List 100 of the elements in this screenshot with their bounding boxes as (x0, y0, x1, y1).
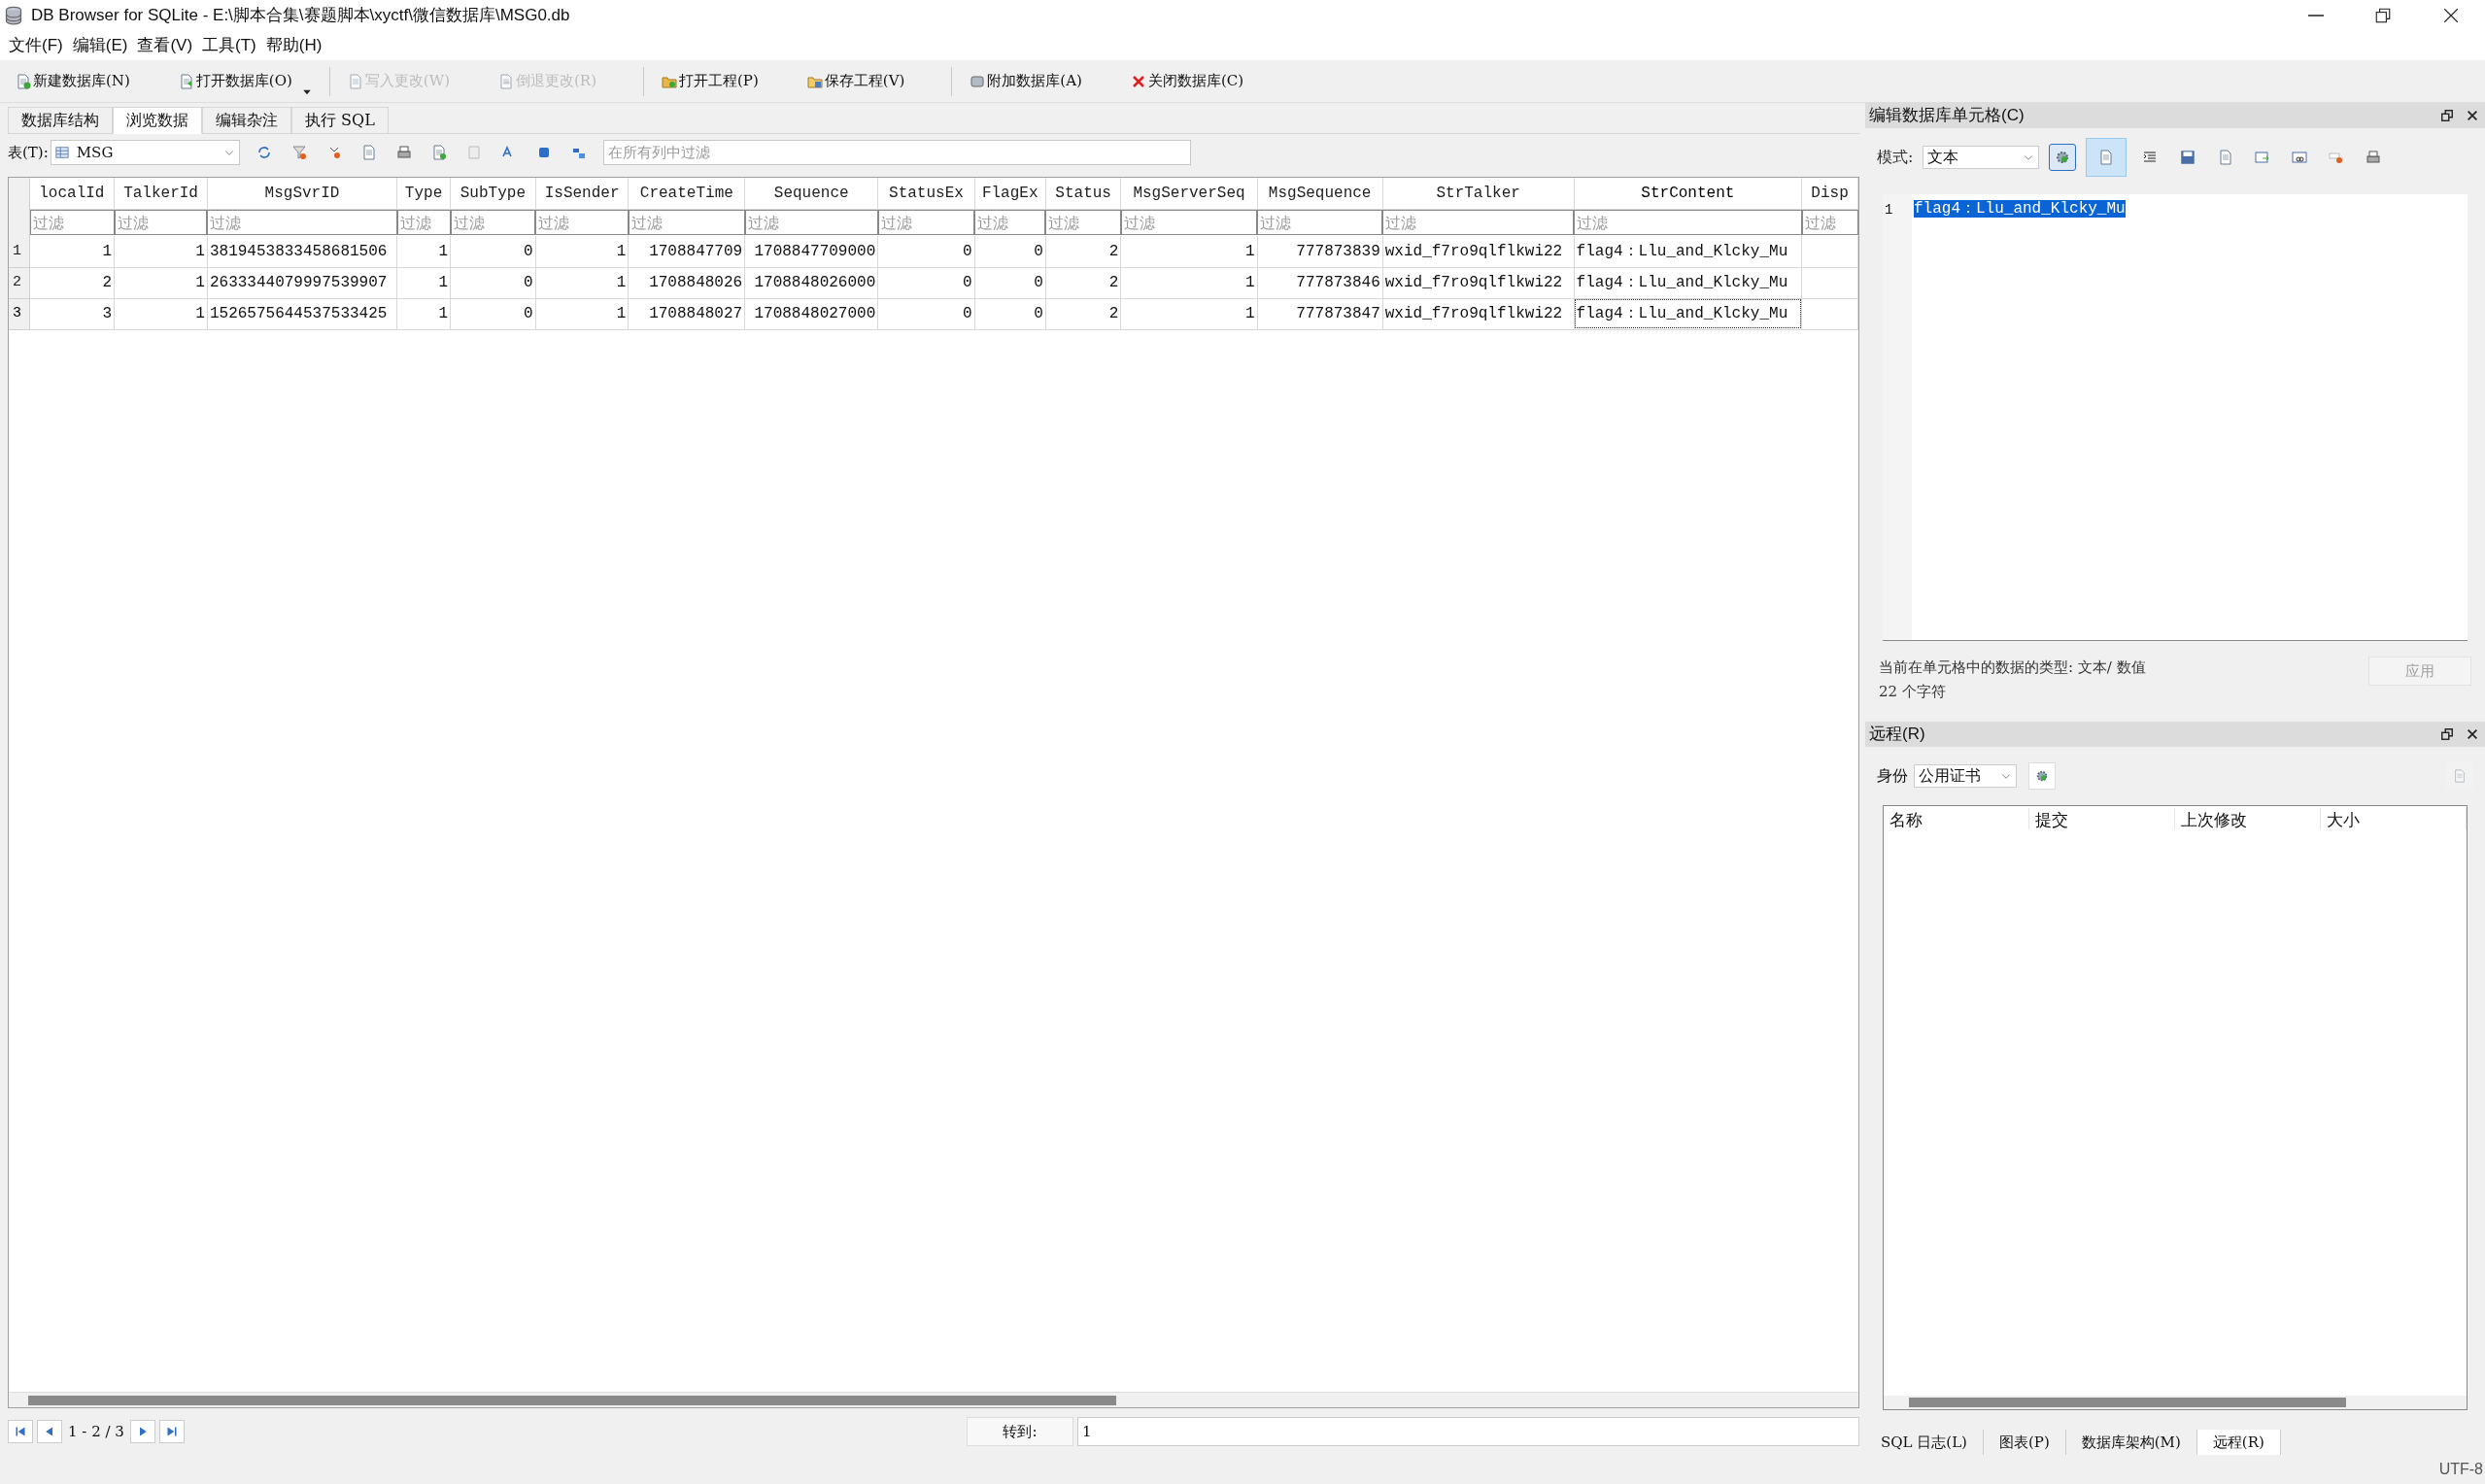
table-cell[interactable]: 0 (877, 298, 975, 329)
table-cell[interactable]: 0 (450, 267, 536, 298)
column-filter-field[interactable]: 过滤 (396, 210, 451, 235)
table-cell[interactable]: 1 (29, 236, 115, 267)
column-header[interactable]: Disp (1801, 178, 1858, 209)
table-cell[interactable]: 777873846 (1257, 267, 1383, 298)
toolbar-button[interactable]: 打开数据库(O) (168, 63, 302, 99)
table-cell[interactable]: wxid_f7ro9qlflkwi22 (1382, 236, 1575, 267)
row-header[interactable]: 2 (9, 267, 30, 298)
tab[interactable]: 数据库结构 (8, 107, 113, 134)
column-filter-field[interactable]: 过滤 (29, 210, 115, 235)
cell-editor[interactable]: 1 flag4：Llu_and_Klcky_Mu (1883, 194, 2468, 641)
table-cell[interactable] (1801, 298, 1858, 329)
column-filter-field[interactable]: 过滤 (628, 210, 745, 235)
column-header[interactable]: IsSender (535, 178, 629, 209)
identity-select[interactable]: 公用证书 (1914, 764, 2017, 788)
column-header[interactable]: TalkerId (114, 178, 208, 209)
row-header[interactable]: 1 (9, 236, 30, 267)
goto-button[interactable]: 转到: (967, 1417, 1073, 1446)
table-cell[interactable]: 1 (535, 236, 629, 267)
table-cell[interactable]: 1 (396, 267, 451, 298)
table-cell[interactable]: 777873847 (1257, 298, 1383, 329)
table-cell[interactable]: 1708847709 (628, 236, 745, 267)
table-cell[interactable]: 1 (535, 298, 629, 329)
column-filter-field[interactable]: 过滤 (450, 210, 536, 235)
table-cell[interactable]: 1526575644537533425 (207, 298, 397, 329)
table-cell[interactable] (1801, 267, 1858, 298)
table-cell[interactable]: 1708848027000 (744, 298, 878, 329)
column-header[interactable]: CreateTime (628, 178, 745, 209)
table-cell[interactable]: 1708847709000 (744, 236, 878, 267)
column-header[interactable]: SubType (450, 178, 536, 209)
table-cell[interactable]: 1 (535, 267, 629, 298)
toolbar-button[interactable]: 保存工程(V) (797, 63, 915, 99)
table-cell[interactable]: 0 (974, 236, 1046, 267)
table-cell[interactable]: flag4：Llu_and_Klcky_Mu (1574, 236, 1802, 267)
column-filter-field[interactable]: 过滤 (744, 210, 878, 235)
table-cell[interactable]: 2 (1045, 298, 1121, 329)
column-header[interactable]: MsgSequence (1257, 178, 1383, 209)
column-header[interactable]: MsgServerSeq (1120, 178, 1258, 209)
column-filter-field[interactable]: 过滤 (1045, 210, 1121, 235)
column-header[interactable]: FlagEx (974, 178, 1046, 209)
goto-field[interactable]: 1 (1077, 1417, 1859, 1446)
table-cell[interactable]: wxid_f7ro9qlflkwi22 (1382, 298, 1575, 329)
scrollbar-thumb[interactable] (1909, 1398, 2346, 1407)
table-cell[interactable]: 2633344079997539907 (207, 267, 397, 298)
column-filter-field[interactable]: 过滤 (974, 210, 1046, 235)
table-cell[interactable]: 0 (974, 267, 1046, 298)
next-page-button[interactable] (129, 1420, 155, 1443)
table-cell[interactable]: 1 (114, 236, 208, 267)
auto-format-button[interactable] (2049, 144, 2077, 171)
column-filter-field[interactable]: 过滤 (1574, 210, 1802, 235)
column-filter-field[interactable]: 过滤 (207, 210, 397, 235)
menu-item[interactable]: 工具(T) (197, 33, 261, 58)
table-cell[interactable]: 1708848026000 (744, 267, 878, 298)
filter-field[interactable]: 在所有列中过滤 (602, 140, 1191, 165)
table-cell[interactable]: 1 (114, 298, 208, 329)
table-cell[interactable]: 0 (974, 298, 1046, 329)
tab[interactable]: 执行 SQL (291, 107, 389, 134)
previous-page-button[interactable] (37, 1420, 62, 1443)
column-header[interactable]: Type (396, 178, 451, 209)
last-page-button[interactable] (158, 1420, 185, 1443)
column-filter-field[interactable]: 过滤 (535, 210, 629, 235)
toolbar-button[interactable]: 关闭数据库(C) (1120, 63, 1254, 99)
table-cell[interactable]: 1708848027 (628, 298, 745, 329)
toolbar-button[interactable]: 打开工程(P) (652, 63, 768, 99)
table-cell[interactable]: flag4：Llu_and_Klcky_Mu (1574, 298, 1802, 329)
column-header[interactable]: StatusEx (877, 178, 975, 209)
column-header[interactable]: 提交 (2029, 808, 2175, 829)
column-filter-field[interactable]: 过滤 (1382, 210, 1575, 235)
mode-select[interactable]: 文本 (1923, 146, 2040, 169)
tab[interactable]: 浏览数据 (113, 107, 202, 134)
table-cell[interactable]: 0 (877, 236, 975, 267)
table-cell[interactable] (1801, 236, 1858, 267)
table-cell[interactable]: 2 (29, 267, 115, 298)
column-filter-field[interactable]: 过滤 (1257, 210, 1383, 235)
table-cell[interactable]: 2 (1045, 267, 1121, 298)
first-page-button[interactable] (8, 1420, 33, 1443)
column-filter-field[interactable]: 过滤 (1120, 210, 1258, 235)
table-cell[interactable]: 1 (1120, 298, 1258, 329)
table-cell[interactable]: 1708848026 (628, 267, 745, 298)
table-cell[interactable]: 3819453833458681506 (207, 236, 397, 267)
menu-item[interactable]: 查看(V) (132, 33, 198, 58)
word-wrap-button[interactable] (2086, 138, 2128, 177)
menu-item[interactable]: 文件(F) (4, 33, 68, 58)
tab[interactable]: 编辑杂注 (202, 107, 291, 134)
table-cell[interactable]: 1 (396, 298, 451, 329)
table-cell[interactable]: 3 (29, 298, 115, 329)
table-cell[interactable]: 2 (1045, 236, 1121, 267)
menu-item[interactable]: 帮助(H) (260, 33, 327, 58)
toolbar-button[interactable]: 附加数据库(A) (960, 63, 1092, 99)
tab[interactable]: 远程(R) (2196, 1430, 2281, 1455)
column-header[interactable]: 大小 (2321, 808, 2467, 829)
column-header[interactable]: Sequence (744, 178, 878, 209)
column-header[interactable]: StrTalker (1382, 178, 1575, 209)
table-cell[interactable]: 1 (396, 236, 451, 267)
settings-button[interactable] (2028, 762, 2056, 790)
table-cell[interactable]: 777873839 (1257, 236, 1383, 267)
column-header[interactable]: MsgSvrID (207, 178, 397, 209)
table-cell[interactable]: 1 (114, 267, 208, 298)
table-cell[interactable]: wxid_f7ro9qlflkwi22 (1382, 267, 1575, 298)
